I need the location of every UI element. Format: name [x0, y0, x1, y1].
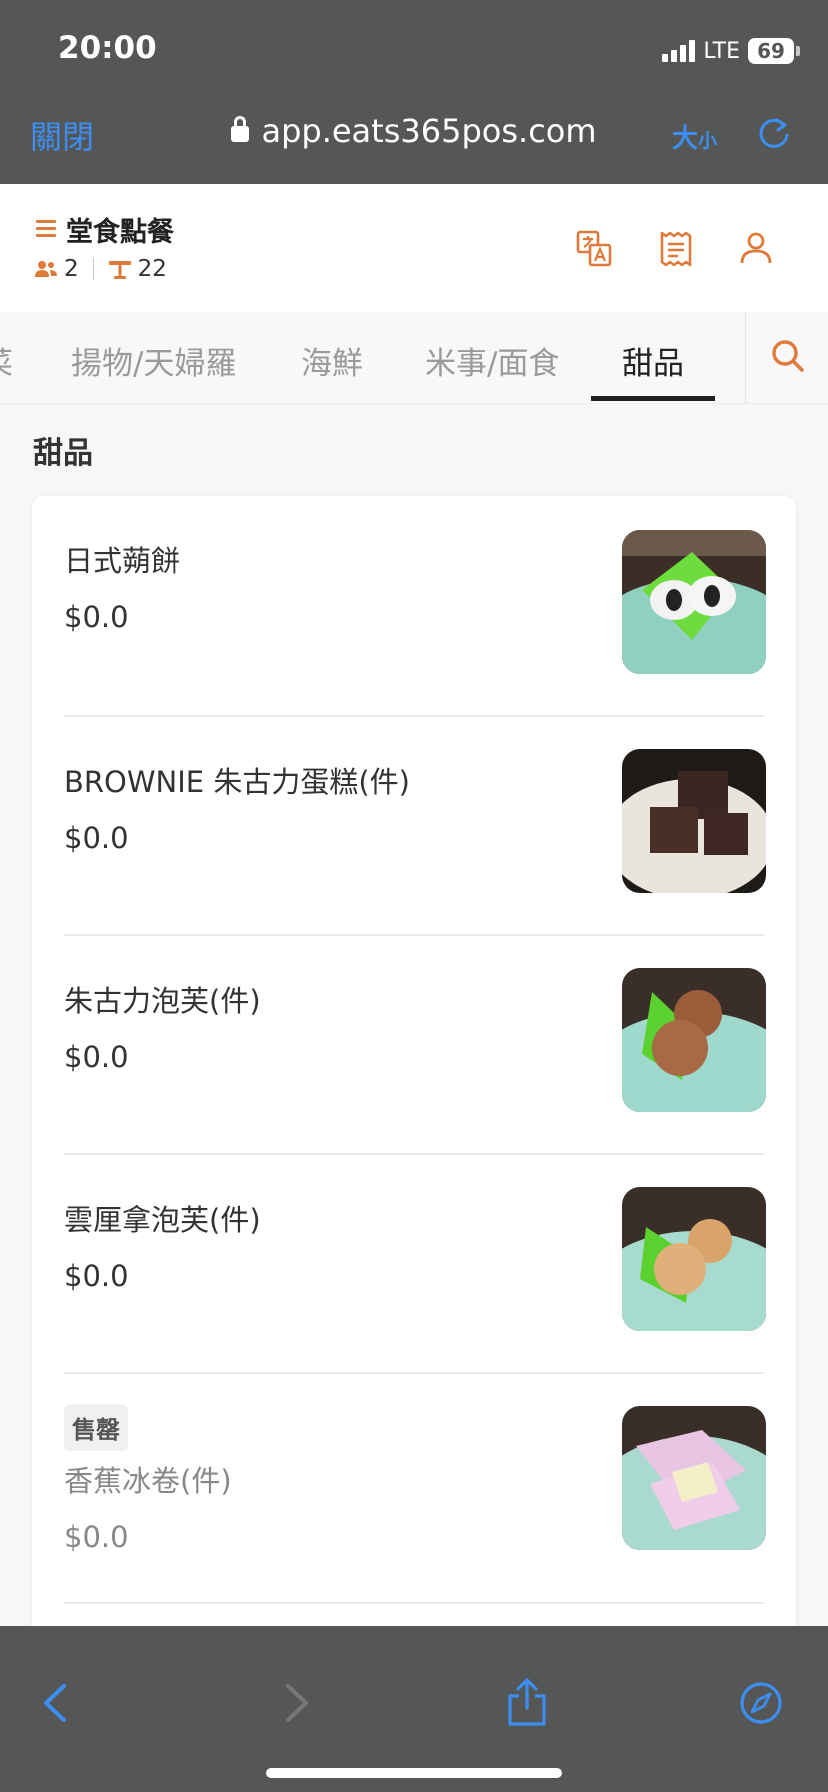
tab-fried[interactable]: 揚物/天婦羅 [71, 338, 236, 383]
status-indicators: LTE 69 [662, 36, 800, 66]
table-number: 22 [137, 256, 167, 282]
table-info: 2 22 [34, 256, 167, 282]
receipt-icon[interactable] [658, 230, 694, 268]
status-time: 20:00 [58, 30, 157, 66]
section-title: 甜品 [33, 436, 93, 471]
item-price: $0.0 [64, 821, 129, 855]
compass-icon[interactable] [738, 1678, 784, 1728]
back-icon[interactable] [34, 1678, 80, 1728]
item-price: $0.0 [64, 600, 129, 634]
page-title[interactable]: 堂食點餐 [66, 210, 174, 249]
lock-icon [231, 116, 250, 142]
item-price: $0.0 [64, 1259, 129, 1293]
user-icon[interactable] [738, 230, 774, 268]
divider [64, 1602, 764, 1604]
menu-item[interactable]: 日式蒴餅 $0.0 [64, 496, 766, 715]
table-icon [108, 261, 131, 279]
item-image[interactable] [622, 1406, 766, 1550]
item-image[interactable] [622, 530, 766, 674]
search-icon[interactable] [768, 336, 808, 376]
translate-icon[interactable] [576, 230, 612, 268]
signal-icon [662, 40, 696, 62]
reload-icon[interactable] [758, 116, 792, 150]
forward-icon[interactable] [272, 1678, 318, 1728]
item-name: 朱古力泡芙(件) [64, 984, 261, 1018]
item-image[interactable] [622, 1187, 766, 1331]
menu-item[interactable]: 雲厘拿泡芙(件) $0.0 [64, 1155, 766, 1372]
guest-count: 2 [64, 256, 79, 282]
home-indicator [266, 1768, 562, 1778]
item-price: $0.0 [64, 1520, 129, 1554]
browser-bottom-toolbar [0, 1626, 828, 1792]
tab-rice-noodles[interactable]: 米事/面食 [425, 338, 559, 383]
active-tab-indicator [591, 396, 715, 401]
item-image[interactable] [622, 968, 766, 1112]
divider [745, 312, 746, 403]
item-name: 香蕉冰卷(件) [64, 1464, 232, 1498]
network-label: LTE [703, 38, 740, 64]
sold-out-badge: 售罄 [64, 1404, 128, 1451]
tab-dessert[interactable]: 甜品 [622, 338, 684, 383]
text-size-button[interactable]: 大小 [672, 118, 717, 155]
item-image[interactable] [622, 749, 766, 893]
share-icon[interactable] [504, 1678, 550, 1728]
battery-icon: 69 [748, 38, 800, 64]
item-price: $0.0 [64, 1040, 129, 1074]
category-tabs: 菜 揚物/天婦羅 海鮮 米事/面食 甜品 [0, 312, 828, 404]
menu-item[interactable]: 售罄 香蕉冰卷(件) $0.0 [64, 1374, 766, 1602]
browser-top-bar: 20:00 LTE 69 關閉 app.eats365pos.com 大小 [0, 0, 828, 184]
item-name: 雲厘拿泡芙(件) [64, 1203, 261, 1237]
app-header: 堂食點餐 2 22 [0, 184, 828, 312]
menu-item[interactable]: BROWNIE 朱古力蛋糕(件) $0.0 [64, 717, 766, 934]
menu-icon[interactable] [36, 220, 56, 238]
tab-partial[interactable]: 菜 [0, 338, 13, 383]
divider [92, 258, 94, 280]
tab-seafood[interactable]: 海鮮 [301, 338, 363, 383]
item-name: BROWNIE 朱古力蛋糕(件) [64, 765, 410, 799]
url-text: app.eats365pos.com [261, 112, 597, 150]
people-icon [35, 261, 57, 277]
menu-item-list: 日式蒴餅 $0.0 BROWNIE 朱古力蛋糕(件) $0.0 朱古力泡芙(件)… [32, 496, 796, 1792]
item-name: 日式蒴餅 [64, 544, 181, 578]
menu-item[interactable]: 朱古力泡芙(件) $0.0 [64, 936, 766, 1153]
